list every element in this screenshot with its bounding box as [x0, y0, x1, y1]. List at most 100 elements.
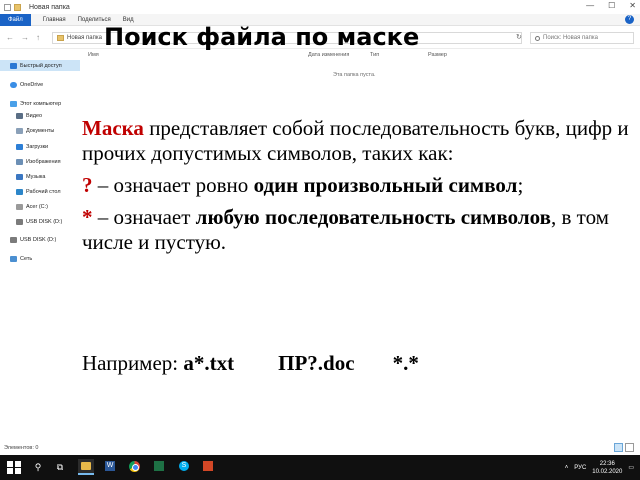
tab-file[interactable]: Файл: [0, 13, 31, 26]
status-bar: Элементов: 0: [0, 441, 640, 455]
pictures-icon: [16, 158, 23, 165]
empty-folder-message: Эта папка пуста.: [333, 72, 376, 78]
sidebar-item-network[interactable]: Сеть: [0, 253, 80, 264]
question-bold: один произвольный символ: [253, 173, 518, 197]
example-label: Например:: [82, 351, 184, 375]
clock-time: 22:36: [599, 460, 615, 467]
chrome-taskbar-icon[interactable]: [126, 459, 142, 475]
details-view-icon[interactable]: [614, 443, 623, 452]
column-header-size[interactable]: Размер: [428, 52, 447, 58]
question-mark-paragraph: ? – означает ровно один произвольный сим…: [82, 173, 630, 198]
desktop-icon: [16, 188, 23, 195]
up-arrow-icon[interactable]: ↑: [36, 33, 40, 42]
sidebar-item-label: Документы: [26, 127, 55, 134]
tab-home[interactable]: Главная: [43, 17, 66, 23]
column-header-type[interactable]: Тип: [370, 52, 379, 58]
word-taskbar-icon[interactable]: W: [102, 459, 118, 475]
question-symbol: ?: [82, 173, 93, 197]
sidebar-item-label: Загрузки: [26, 143, 49, 150]
music-icon: [16, 173, 23, 180]
language-indicator[interactable]: РУС: [574, 465, 586, 471]
clock-date: 10.02.2020: [592, 468, 623, 475]
sidebar-item-video[interactable]: Видео: [0, 110, 80, 121]
usb-icon: [10, 236, 17, 243]
system-tray: ˄ РУС 22:36 10.02.2020 ▭: [565, 458, 634, 477]
close-button[interactable]: ✕: [629, 1, 636, 10]
file-explorer-taskbar-icon[interactable]: [78, 459, 94, 475]
help-icon[interactable]: ?: [625, 15, 634, 24]
column-header-date[interactable]: Дата изменения: [308, 52, 349, 58]
sidebar-item-quick-access[interactable]: Быстрый доступ: [0, 60, 80, 71]
item-count: Элементов: 0: [4, 445, 39, 451]
sidebar-item-label: Acer (C:): [26, 203, 48, 210]
tab-share[interactable]: Поделиться: [78, 17, 111, 23]
sidebar-item-label: USB DISK (D:): [20, 236, 57, 243]
example-mask: *.*: [392, 351, 419, 375]
chevron-up-icon[interactable]: ˄: [565, 465, 569, 471]
refresh-icon[interactable]: ↻: [516, 33, 522, 41]
large-icons-view-icon[interactable]: [625, 443, 634, 452]
tab-view[interactable]: Вид: [123, 17, 134, 23]
maximize-button[interactable]: ☐: [608, 1, 615, 10]
notifications-icon[interactable]: ▭: [628, 464, 634, 471]
minimize-button[interactable]: —: [586, 1, 594, 10]
sidebar-item-desktop[interactable]: Рабочий стол: [0, 186, 80, 197]
asterisk-paragraph: * – означает любую последовательность си…: [82, 205, 630, 255]
asterisk-bold: любую последовательность символов: [195, 205, 551, 229]
forward-arrow-icon[interactable]: →: [21, 33, 29, 42]
powerpoint-taskbar-icon[interactable]: [200, 459, 216, 475]
search-placeholder: Поиск: Новая папка: [543, 35, 598, 41]
back-arrow-icon[interactable]: ←: [6, 33, 14, 42]
window-title: Новая папка: [29, 3, 70, 11]
sidebar-item-label: Музыка: [26, 173, 46, 180]
search-icon[interactable]: ⚲: [30, 459, 46, 475]
sidebar-item-drive-c[interactable]: Acer (C:): [0, 201, 80, 212]
sidebar-item-label: Этот компьютер: [20, 100, 62, 107]
search-icon: [535, 35, 540, 41]
quick-access-toolbar: [4, 3, 21, 11]
start-button[interactable]: [6, 459, 22, 475]
disk-icon: [16, 203, 23, 210]
sidebar-item-music[interactable]: Музыка: [0, 171, 80, 182]
sidebar-item-usb-disk[interactable]: USB DISK (D:): [0, 216, 80, 227]
computer-icon: [10, 100, 17, 107]
task-view-icon[interactable]: ⧉: [52, 459, 68, 475]
taskbar: ⚲ ⧉ W S ˄ РУС 22:36 10.02.2020 ▭: [0, 455, 640, 480]
example-mask: a*.txt: [183, 351, 235, 375]
folder-icon: [57, 35, 64, 41]
skype-taskbar-icon[interactable]: S: [176, 459, 192, 475]
question-text: – означает ровно: [92, 173, 254, 197]
sidebar-item-documents[interactable]: Документы: [0, 125, 80, 136]
network-icon: [10, 255, 17, 262]
sidebar-item-label: Видео: [26, 112, 43, 119]
explorer-titlebar: Новая папка — ☐ ✕: [0, 0, 640, 14]
save-icon[interactable]: [4, 3, 11, 11]
sidebar-item-this-pc[interactable]: Этот компьютер: [0, 98, 80, 109]
clock[interactable]: 22:36 10.02.2020: [592, 460, 622, 476]
screen: Новая папка — ☐ ✕ Файл Главная Поделитьс…: [0, 0, 640, 480]
sidebar-item-label: Изображения: [26, 158, 61, 165]
sidebar-item-label: Быстрый доступ: [20, 62, 62, 69]
slide-title: Поиск файла по маске: [104, 23, 420, 51]
sidebar-item-usb-disk-root[interactable]: USB DISK (D:): [0, 234, 80, 245]
downloads-icon: [16, 143, 23, 150]
usb-icon: [16, 218, 23, 225]
sidebar-item-label: USB DISK (D:): [26, 218, 63, 225]
sidebar-item-onedrive[interactable]: OneDrive: [0, 79, 80, 90]
asterisk-text: – означает: [92, 205, 196, 229]
sidebar-item-label: OneDrive: [20, 81, 44, 88]
excel-taskbar-icon[interactable]: [151, 459, 167, 475]
sidebar-item-pictures[interactable]: Изображения: [0, 156, 80, 167]
sidebar-item-label: Рабочий стол: [26, 188, 61, 195]
navigation-pane: Быстрый доступ OneDrive Этот компьютер В…: [0, 50, 80, 440]
search-input[interactable]: Поиск: Новая папка: [530, 32, 634, 44]
definition-paragraph: Маска представляет собой последовательно…: [82, 116, 630, 166]
cloud-icon: [10, 81, 17, 88]
asterisk-symbol: *: [82, 205, 93, 229]
view-switcher: [614, 443, 634, 452]
slide-body: Маска представляет собой последовательно…: [82, 116, 630, 262]
sidebar-item-downloads[interactable]: Загрузки: [0, 141, 80, 152]
documents-icon: [16, 127, 23, 134]
definition-text: представляет собой последовательность бу…: [82, 116, 629, 165]
column-header-name[interactable]: Имя: [88, 52, 99, 58]
